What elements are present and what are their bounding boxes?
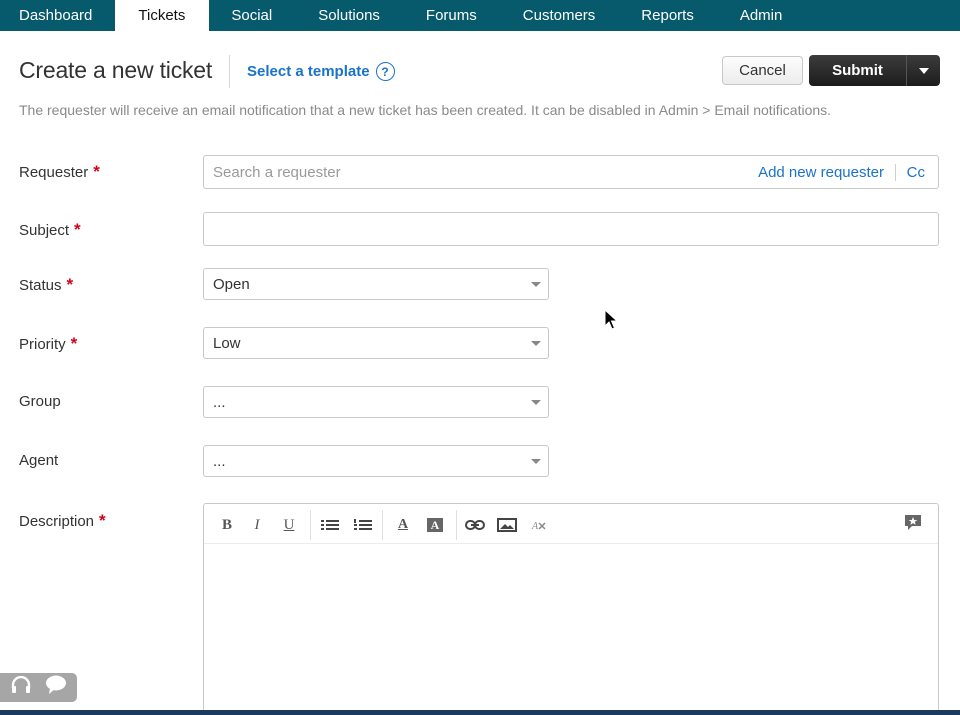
- tab-label: Solutions: [318, 7, 380, 24]
- cc-divider: [895, 164, 896, 181]
- tab-admin[interactable]: Admin: [717, 0, 806, 31]
- requester-label-text: Requester: [19, 163, 89, 181]
- priority-select[interactable]: Low: [203, 327, 549, 359]
- agent-select[interactable]: ...: [203, 445, 549, 477]
- subject-label: Subject *: [19, 220, 81, 240]
- select-template-label: Select a template: [247, 63, 370, 80]
- chevron-down-icon: [531, 459, 541, 464]
- chat-bubble-icon[interactable]: [45, 675, 67, 700]
- tab-reports[interactable]: Reports: [618, 0, 717, 31]
- title-divider: [229, 55, 230, 88]
- support-widget: [0, 673, 77, 702]
- tab-label: Admin: [739, 7, 783, 24]
- bullet-list-icon[interactable]: [319, 516, 341, 534]
- page-title: Create a new ticket: [19, 57, 213, 83]
- required-marker: *: [74, 220, 81, 239]
- group-label: Group: [19, 393, 61, 410]
- tab-solutions[interactable]: Solutions: [295, 0, 403, 31]
- italic-icon[interactable]: I: [246, 516, 268, 534]
- image-icon[interactable]: [496, 516, 518, 534]
- tab-forums[interactable]: Forums: [403, 0, 500, 31]
- requester-search-input[interactable]: Search a requester: [213, 164, 341, 181]
- email-notification-notice: The requester will receive an email noti…: [19, 102, 832, 118]
- priority-label: Priority *: [19, 334, 77, 354]
- agent-label-text: Agent: [19, 452, 59, 469]
- cc-link[interactable]: Cc: [907, 164, 925, 181]
- requester-search-field[interactable]: Search a requester Add new requester Cc: [203, 155, 939, 189]
- priority-select-value: Low: [213, 335, 241, 352]
- select-template-link[interactable]: Select a template ?: [247, 62, 395, 81]
- required-marker: *: [99, 511, 106, 530]
- status-select[interactable]: Open: [203, 268, 549, 300]
- subject-label-text: Subject: [19, 221, 70, 239]
- required-marker: *: [70, 334, 78, 353]
- subject-input[interactable]: [203, 212, 939, 246]
- tab-social[interactable]: Social: [209, 0, 295, 31]
- priority-label-text: Priority: [19, 335, 66, 353]
- toolbar-separator: [456, 510, 457, 540]
- tab-dashboard[interactable]: Dashboard: [0, 0, 115, 31]
- chevron-down-icon: [918, 67, 929, 74]
- submit-button-group: Submit: [809, 55, 940, 86]
- font-color-icon[interactable]: A: [392, 516, 414, 534]
- submit-options-dropdown[interactable]: [907, 55, 940, 86]
- svg-text:A: A: [531, 521, 539, 531]
- clear-formatting-icon[interactable]: A: [528, 516, 550, 534]
- tab-tickets[interactable]: Tickets: [115, 0, 210, 31]
- description-label: Description *: [19, 511, 106, 531]
- status-select-value: Open: [213, 276, 250, 293]
- required-marker: *: [93, 162, 100, 181]
- bottom-strip: [0, 710, 960, 715]
- tab-label: Forums: [425, 7, 477, 24]
- chevron-down-icon: [531, 282, 541, 287]
- agent-select-value: ...: [213, 453, 226, 470]
- tab-label: Tickets: [138, 7, 186, 24]
- background-color-icon[interactable]: A: [424, 516, 446, 534]
- editor-toolbar: B I U A A A: [204, 504, 938, 544]
- tab-customers[interactable]: Customers: [500, 0, 619, 31]
- description-editor: B I U A A A: [203, 503, 939, 715]
- status-label-text: Status: [19, 276, 62, 294]
- top-navigation: Dashboard Tickets Social Solutions Forum…: [0, 0, 960, 31]
- submit-button[interactable]: Submit: [809, 55, 907, 86]
- required-marker: *: [66, 275, 74, 294]
- status-label: Status *: [19, 275, 73, 295]
- tab-label: Social: [231, 7, 273, 24]
- link-icon[interactable]: [464, 516, 486, 534]
- numbered-list-icon[interactable]: [352, 516, 374, 534]
- bold-icon[interactable]: B: [216, 516, 238, 534]
- group-select[interactable]: ...: [203, 386, 549, 418]
- canned-response-icon[interactable]: [902, 514, 924, 532]
- toolbar-separator: [382, 510, 383, 540]
- chevron-down-icon: [531, 400, 541, 405]
- tab-label: Dashboard: [19, 7, 93, 24]
- tab-label: Reports: [641, 7, 694, 24]
- help-icon[interactable]: ?: [375, 62, 395, 81]
- group-label-text: Group: [19, 393, 61, 410]
- group-select-value: ...: [213, 394, 226, 411]
- agent-label: Agent: [19, 452, 58, 469]
- requester-label: Requester *: [19, 162, 100, 182]
- cancel-button[interactable]: Cancel: [722, 56, 803, 85]
- underline-icon[interactable]: U: [278, 516, 300, 534]
- mouse-cursor-icon: [604, 308, 619, 336]
- background-color-glyph: A: [427, 518, 443, 532]
- headset-icon[interactable]: [10, 675, 32, 699]
- chevron-down-icon: [531, 341, 541, 346]
- description-label-text: Description: [19, 512, 95, 530]
- add-new-requester-link[interactable]: Add new requester: [758, 164, 884, 181]
- tab-label: Customers: [522, 7, 596, 24]
- description-textarea[interactable]: [204, 545, 938, 715]
- toolbar-separator: [310, 510, 311, 540]
